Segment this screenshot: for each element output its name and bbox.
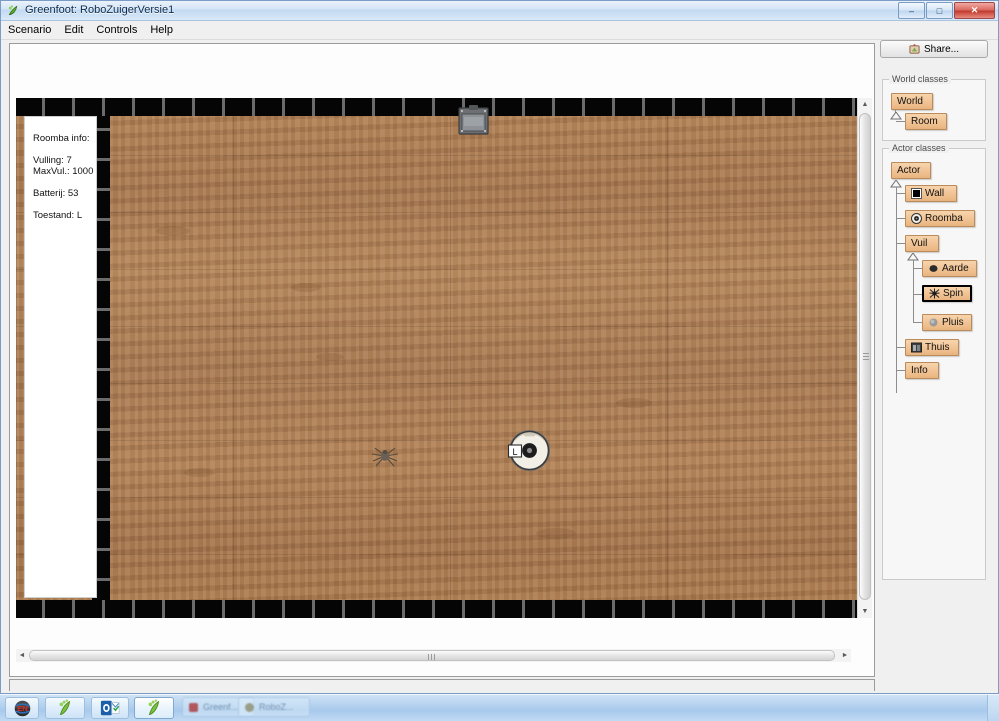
language-en-icon: EN (14, 700, 30, 716)
controls-strip (9, 679, 875, 691)
share-button-label: Share... (923, 43, 960, 55)
scroll-right-arrow-icon[interactable]: ► (839, 649, 851, 662)
class-pluis[interactable]: Pluis (922, 314, 972, 331)
window-title: Greenfoot: RoboZuigerVersie1 (25, 4, 175, 16)
class-world[interactable]: World (891, 93, 933, 110)
class-thuis-label: Thuis (925, 342, 950, 353)
wall-top (16, 98, 863, 116)
scroll-grip-h-icon (428, 654, 436, 660)
info-batterij: Batterij: 53 (33, 188, 79, 199)
taskbar: EN Greenf... RoboZ... (0, 694, 999, 721)
dark-blob-icon (929, 265, 938, 272)
class-spin[interactable]: Spin (922, 285, 972, 302)
black-square-icon (911, 188, 922, 199)
outlook-icon (100, 700, 120, 716)
scroll-up-arrow-icon[interactable]: ▲ (858, 98, 872, 111)
class-room-label: Room (911, 116, 938, 127)
dock-icon (911, 342, 922, 353)
class-room[interactable]: Room (905, 113, 947, 130)
world-viewport[interactable]: Roomba info: Vulling: 7 MaxVul.: 1000 Ba… (16, 98, 863, 618)
scroll-down-arrow-icon[interactable]: ▼ (858, 605, 872, 618)
inherit-arrow-icon (890, 112, 902, 120)
gray-fuzz-icon (929, 318, 938, 327)
close-button[interactable]: ✕ (954, 2, 995, 19)
vertical-scroll-thumb[interactable] (859, 113, 871, 600)
info-vulling: Vulling: 7 (33, 155, 72, 166)
class-pluis-label: Pluis (942, 317, 964, 328)
class-actor[interactable]: Actor (891, 162, 931, 179)
world-vertical-scrollbar[interactable]: ▲ ▼ (857, 98, 872, 618)
roomba-state-badge: L (512, 447, 517, 457)
world-classes-group: World classes World Room (882, 74, 986, 141)
share-icon (909, 43, 920, 54)
tree-trunk (913, 260, 914, 322)
class-thuis[interactable]: Thuis (905, 339, 959, 356)
actor-classes-title: Actor classes (889, 143, 949, 153)
info-title: Roomba info: (33, 133, 90, 144)
class-spin-label: Spin (943, 288, 964, 299)
menu-bar: Scenario Edit Controls Help (1, 21, 998, 40)
floor-texture (16, 98, 863, 618)
roomba-actor[interactable]: L (507, 428, 552, 473)
horizontal-scroll-thumb[interactable] (29, 650, 835, 661)
outlook-taskbar-button[interactable] (91, 697, 129, 719)
class-info-label: Info (911, 365, 928, 376)
ghost-icon (189, 702, 198, 712)
class-wall[interactable]: Wall (905, 185, 957, 202)
class-browser-column: Share... World classes World Room Actor … (880, 39, 994, 693)
class-aarde-label: Aarde (942, 263, 969, 274)
info-toestand: Toestand: L (33, 210, 83, 221)
class-roomba[interactable]: Roomba (905, 210, 975, 227)
menu-scenario[interactable]: Scenario (8, 24, 51, 36)
spin-actor[interactable] (369, 443, 401, 469)
title-bar: Greenfoot: RoboZuigerVersie1 – □ ✕ (1, 1, 998, 21)
share-button[interactable]: Share... (880, 40, 988, 58)
menu-controls[interactable]: Controls (96, 24, 137, 36)
class-aarde[interactable]: Aarde (922, 260, 977, 277)
ghost-label-1: Greenf... (203, 702, 239, 712)
language-indicator-button[interactable]: EN (5, 697, 39, 719)
scroll-grip-icon (863, 352, 869, 361)
greenfoot-foot-icon (59, 699, 71, 715)
greenfoot-icon (8, 5, 18, 15)
greenfoot-main-window: Greenfoot: RoboZuigerVersie1 – □ ✕ Scena… (0, 0, 999, 694)
class-vuil[interactable]: Vuil (905, 235, 939, 252)
thuis-actor[interactable] (458, 105, 489, 135)
class-info[interactable]: Info (905, 362, 939, 379)
scroll-left-arrow-icon[interactable]: ◄ (16, 649, 28, 662)
ghost-icon (245, 702, 254, 712)
ghost-taskbar-button-2[interactable]: RoboZ... (238, 697, 310, 717)
show-desktop-button[interactable] (987, 695, 999, 721)
class-roomba-label: Roomba (925, 213, 963, 224)
menu-edit[interactable]: Edit (64, 24, 83, 36)
wall-bottom (16, 600, 863, 618)
info-maxvul: MaxVul.: 1000 (33, 166, 94, 177)
minimize-button[interactable]: – (898, 2, 925, 19)
window-controls: – □ ✕ (898, 2, 995, 19)
world-panel: Roomba info: Vulling: 7 MaxVul.: 1000 Ba… (9, 43, 875, 677)
ghost-label-2: RoboZ... (259, 702, 294, 712)
greenfoot-foot-icon (148, 699, 160, 715)
spider-icon (929, 288, 940, 299)
greenfoot-taskbar-button-1[interactable] (45, 697, 85, 719)
class-world-label: World (897, 96, 923, 107)
class-vuil-label: Vuil (911, 238, 928, 249)
svg-text:EN: EN (17, 704, 28, 713)
class-wall-label: Wall (925, 188, 945, 199)
roomba-disc-icon (911, 213, 922, 224)
class-actor-label: Actor (897, 165, 921, 176)
maximize-button[interactable]: □ (926, 2, 953, 19)
world-classes-title: World classes (889, 74, 951, 84)
menu-help[interactable]: Help (150, 24, 173, 36)
world-canvas[interactable]: Roomba info: Vulling: 7 MaxVul.: 1000 Ba… (16, 98, 863, 618)
roomba-info-panel: Roomba info: Vulling: 7 MaxVul.: 1000 Ba… (24, 116, 97, 598)
world-horizontal-scrollbar[interactable]: ◄ ► (16, 649, 851, 662)
greenfoot-taskbar-button-2[interactable] (134, 697, 174, 719)
actor-classes-group: Actor classes Actor Wall Roomba Vuil Aar… (882, 143, 986, 580)
